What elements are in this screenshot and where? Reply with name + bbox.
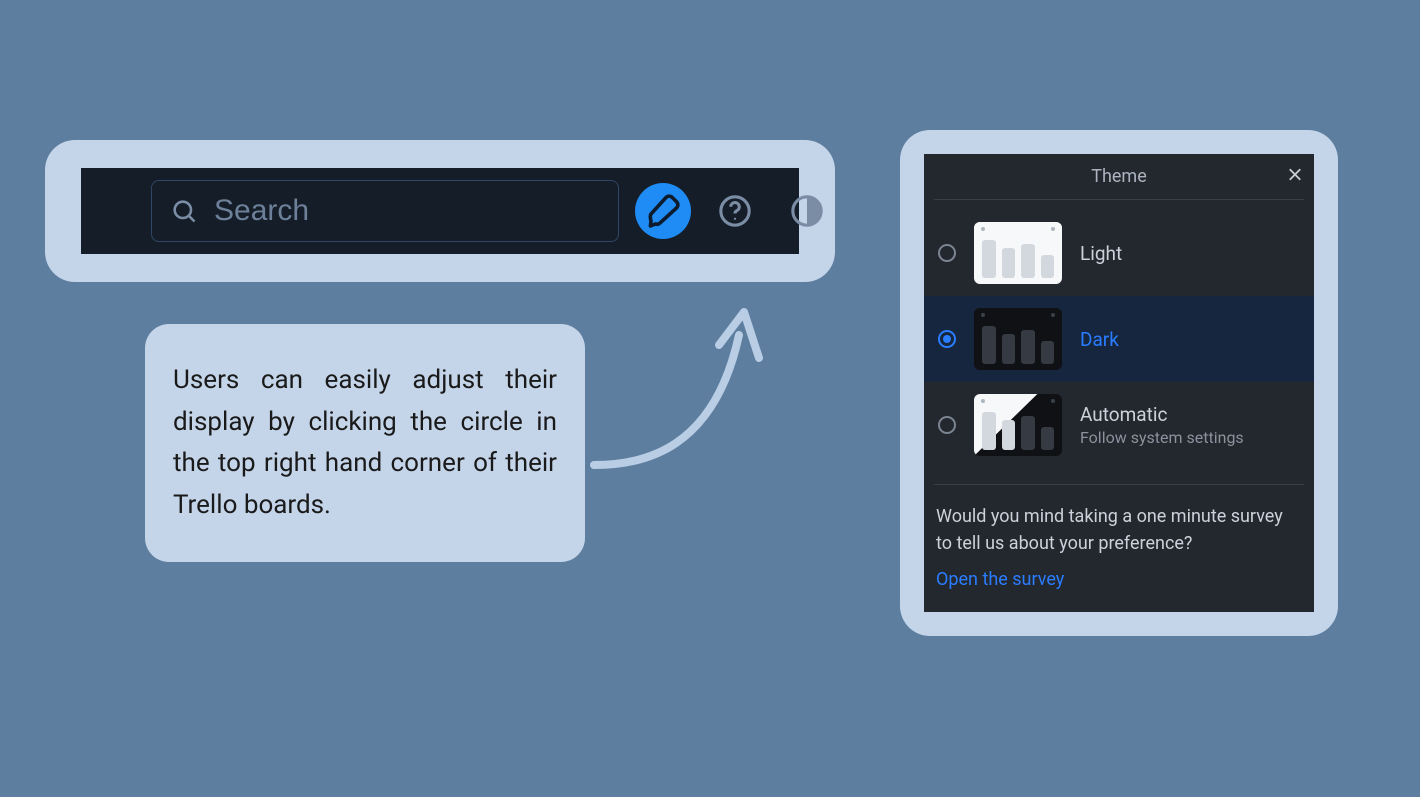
help-icon — [718, 194, 752, 228]
search-input[interactable] — [214, 194, 600, 228]
radio-icon — [938, 330, 956, 348]
help-button[interactable] — [707, 183, 763, 239]
theme-panel-frame: Theme Light — [900, 130, 1338, 636]
theme-panel-title: Theme — [1091, 166, 1147, 187]
close-button[interactable] — [1286, 165, 1304, 188]
bell-icon — [645, 193, 681, 229]
search-icon — [170, 197, 198, 225]
caption-bubble: Users can easily adjust their display by… — [145, 324, 585, 562]
theme-option-label: Light — [1080, 242, 1122, 265]
notifications-button[interactable] — [635, 183, 691, 239]
theme-panel-header: Theme — [934, 154, 1304, 200]
theme-toggle-button[interactable] — [779, 183, 835, 239]
theme-option-dark[interactable]: Dark — [924, 296, 1314, 382]
theme-option-label: Dark — [1080, 328, 1119, 351]
radio-icon — [938, 416, 956, 434]
survey-prompt: Would you mind taking a one minute surve… — [936, 503, 1302, 557]
caption-text: Users can easily adjust their display by… — [173, 365, 557, 520]
theme-option-automatic[interactable]: Automatic Follow system settings — [924, 382, 1314, 468]
close-icon — [1286, 165, 1304, 183]
theme-swatch-automatic — [974, 394, 1062, 456]
survey-section: Would you mind taking a one minute surve… — [924, 485, 1314, 612]
contrast-icon — [790, 194, 824, 228]
survey-link[interactable]: Open the survey — [936, 569, 1302, 590]
theme-option-light[interactable]: Light — [924, 210, 1314, 296]
theme-swatch-light — [974, 222, 1062, 284]
search-field[interactable] — [151, 180, 619, 242]
theme-swatch-dark — [974, 308, 1062, 370]
theme-panel: Theme Light — [924, 154, 1314, 612]
theme-option-label: Automatic — [1080, 403, 1244, 426]
toolbar-frame — [45, 140, 835, 282]
app-toolbar — [81, 168, 799, 254]
radio-icon — [938, 244, 956, 262]
theme-options-list: Light Dark — [924, 200, 1314, 468]
theme-option-sublabel: Follow system settings — [1080, 428, 1244, 447]
arrow-icon — [584, 290, 784, 490]
